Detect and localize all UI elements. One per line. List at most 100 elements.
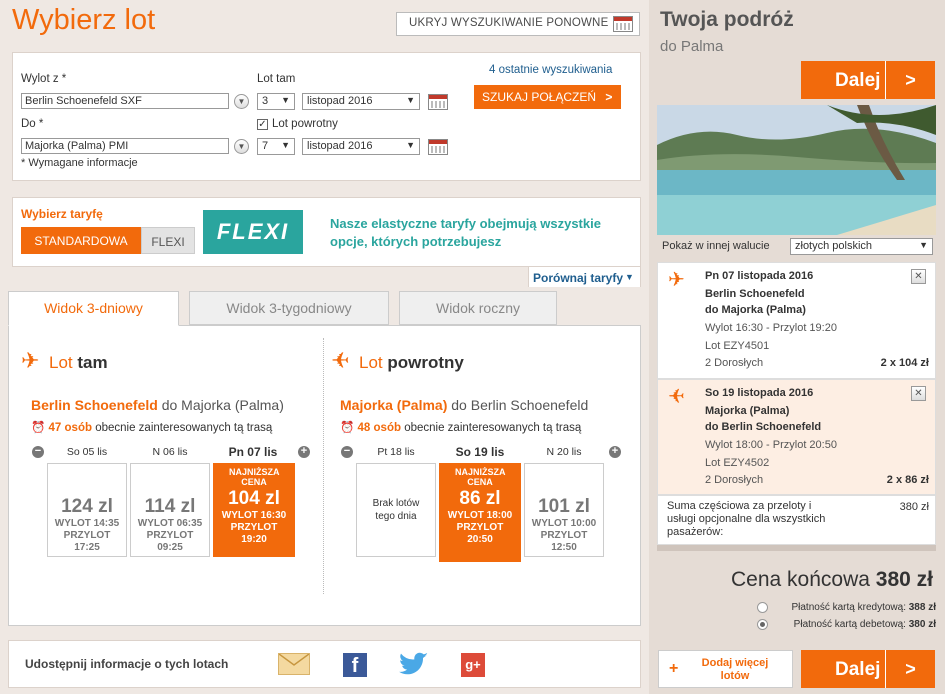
chevron-right-icon: > [885, 61, 935, 99]
next-button-label: Dalej [835, 659, 881, 680]
fare-title: Wybierz taryfę [21, 207, 103, 221]
return-interest: ⏰ 48 osób obecnie zainteresowanych tą tr… [340, 420, 581, 434]
remove-leg-icon[interactable]: ✕ [911, 269, 926, 284]
chevron-right-icon: > [885, 650, 935, 688]
plus-icon: + [669, 660, 679, 677]
pay-debit-radio[interactable] [757, 619, 768, 630]
compare-fares-link[interactable]: Porównaj taryfy [533, 271, 623, 285]
return-fare-card-selected[interactable]: NAJNIŻSZA CENA 86 zl WYLOT 18:00 PRZYLOT… [439, 463, 521, 562]
pay-credit-radio[interactable] [757, 602, 768, 613]
return-fare-card-empty: Brak lotów tego dnia [356, 463, 436, 557]
pay-credit-value: 388 zł [908, 602, 936, 613]
outbound-label: Lot tam [257, 73, 296, 85]
tab-year[interactable]: Widok roczny [399, 291, 557, 325]
compare-fares-strip: Porównaj taryfy ▼ [528, 267, 641, 287]
required-note: * Wymagane informacje [21, 157, 138, 169]
leg-date: So 19 listopada 2016 [705, 387, 814, 399]
outbound-interest-text: obecnie zainteresowanych tą trasą [95, 422, 273, 434]
fare-arrival: 12:50 [551, 542, 577, 553]
chevron-down-icon: ▼ [406, 95, 415, 105]
outbound-fare-card-selected[interactable]: NAJNIŻSZA CENA 104 zl WYLOT 16:30 PRZYLO… [213, 463, 295, 557]
pay-credit-label: Płatność kartą kredytową: [791, 602, 906, 613]
email-share-icon[interactable] [278, 653, 310, 675]
google-plus-icon[interactable]: g+ [461, 653, 485, 677]
tab-3-week[interactable]: Widok 3-tygodniowy [189, 291, 389, 325]
return-month-select[interactable]: listopad 2016 ▼ [302, 138, 420, 155]
hide-search-button[interactable]: UKRYJ WYSZUKIWANIE PONOWNE [396, 12, 640, 36]
next-button-top[interactable]: Dalej > [801, 61, 935, 99]
from-input[interactable]: Berlin Schoenefeld SXF [21, 93, 229, 109]
outbound-day-header: N 06 lis [152, 446, 188, 458]
hide-search-label: UKRYJ WYSZUKIWANIE PONOWNE [409, 17, 609, 29]
outbound-day-select[interactable]: 3 ▼ [257, 93, 295, 110]
tab-3-day[interactable]: Widok 3-dniowy [8, 291, 179, 326]
outbound-month-select[interactable]: listopad 2016 ▼ [302, 93, 420, 110]
outbound-route-from: Berlin Schoenefeld [31, 397, 158, 413]
add-more-label: Dodaj więcej lotów [701, 657, 769, 682]
flexi-fare-button[interactable]: FLEXI [141, 227, 195, 254]
final-price-value: 380 zł [875, 568, 933, 591]
from-dropdown-icon[interactable]: ▼ [234, 94, 249, 109]
return-day-header: Pt 18 lis [377, 446, 415, 458]
final-price-label: Cena końcowa [731, 568, 870, 591]
return-prev-day-button[interactable]: − [341, 446, 353, 458]
leg-times: Wylot 16:30 - Przylot 19:20 [705, 322, 837, 334]
plane-departure-icon: ✈ [668, 269, 685, 291]
currency-select[interactable]: złotych polskich ▼ [790, 238, 933, 255]
return-route-from: Majorka (Palma) [340, 397, 448, 413]
page-title: Wybierz lot [12, 4, 156, 36]
next-button-bottom[interactable]: Dalej > [801, 650, 935, 688]
outbound-fare-card[interactable]: 124 zl WYLOT 14:35 PRZYLOT 17:25 [47, 463, 127, 557]
to-dropdown-icon[interactable]: ▼ [234, 139, 249, 154]
outbound-fare-card[interactable]: 114 zl WYLOT 06:35 PRZYLOT 09:25 [130, 463, 210, 557]
to-input[interactable]: Majorka (Palma) PMI [21, 138, 229, 154]
outbound-month-value: listopad 2016 [307, 95, 373, 107]
subtotal-box: Suma częściowa za przeloty i usługi opcj… [657, 495, 936, 545]
pay-debit-value: 380 zł [908, 619, 936, 630]
flexi-description: Nasze elastyczne taryfy obejmują wszystk… [330, 216, 601, 249]
leg-passengers: 2 Dorosłych [705, 474, 764, 486]
fare-departure: WYLOT 14:35 [54, 518, 120, 529]
facebook-icon[interactable]: f [343, 653, 367, 677]
return-fare-card[interactable]: 101 zl WYLOT 10:00 PRZYLOT 12:50 [524, 463, 604, 557]
remove-leg-icon[interactable]: ✕ [911, 386, 926, 401]
share-panel: Udostępnij informacje o tych lotach f g+ [8, 640, 641, 688]
return-day-header-selected: So 19 lis [455, 445, 505, 459]
outbound-next-day-button[interactable]: + [298, 446, 310, 458]
outbound-prev-day-button[interactable]: − [32, 446, 44, 458]
return-day-select[interactable]: 7 ▼ [257, 138, 295, 155]
outbound-route-to: do Majorka (Palma) [161, 397, 284, 413]
flight-results-panel: ✈ Lot tam Berlin Schoenefeld do Majorka … [8, 325, 641, 626]
add-more-flights-button[interactable]: + Dodaj więcej lotów [658, 650, 793, 688]
outbound-interest-count: 47 osób [48, 422, 92, 434]
leg-passengers: 2 Dorosłych [705, 357, 764, 369]
twitter-icon[interactable] [399, 651, 429, 679]
return-route: Majorka (Palma) do Berlin Schoenefeld [340, 397, 588, 413]
plane-return-icon: ✈ [331, 348, 350, 373]
standard-fare-button[interactable]: STANDARDOWA [21, 227, 141, 254]
plane-return-icon: ✈ [668, 386, 685, 408]
return-route-to: do Berlin Schoenefeld [451, 397, 589, 413]
pay-credit: Płatność kartą kredytową: 388 zł [791, 602, 936, 613]
recent-searches-link[interactable]: 4 ostatnie wyszukiwania [489, 64, 612, 76]
lowest-price-tag: NAJNIŻSZA CENA [229, 467, 280, 487]
fare-panel: Wybierz taryfę STANDARDOWA FLEXI FLEXI N… [12, 197, 641, 267]
leg-from: Berlin Schoenefeld [705, 288, 805, 300]
search-button[interactable]: SZUKAJ POŁĄCZEŃ > [474, 85, 621, 109]
flexi-logo: FLEXI [203, 210, 303, 254]
trip-title: Twoja podróż [660, 8, 794, 31]
outbound-day-value: 3 [262, 95, 269, 107]
caret-down-icon: ▼ [625, 272, 634, 282]
outbound-day-header: So 05 lis [66, 446, 108, 458]
return-checkbox[interactable]: ✓ [257, 119, 268, 130]
outbound-heading-a: Lot [49, 353, 73, 372]
outbound-heading-b: tam [77, 353, 108, 372]
outbound-calendar-icon[interactable] [428, 94, 448, 110]
search-panel: Wylot z * Berlin Schoenefeld SXF ▼ Do * … [12, 52, 641, 181]
fare-price: 114 zl [144, 496, 196, 517]
return-next-day-button[interactable]: + [609, 446, 621, 458]
pay-debit: Płatność kartą debetową: 380 zł [794, 619, 936, 630]
currency-value: złotych polskich [795, 240, 873, 252]
next-button-label: Dalej [835, 70, 881, 91]
return-calendar-icon[interactable] [428, 139, 448, 155]
